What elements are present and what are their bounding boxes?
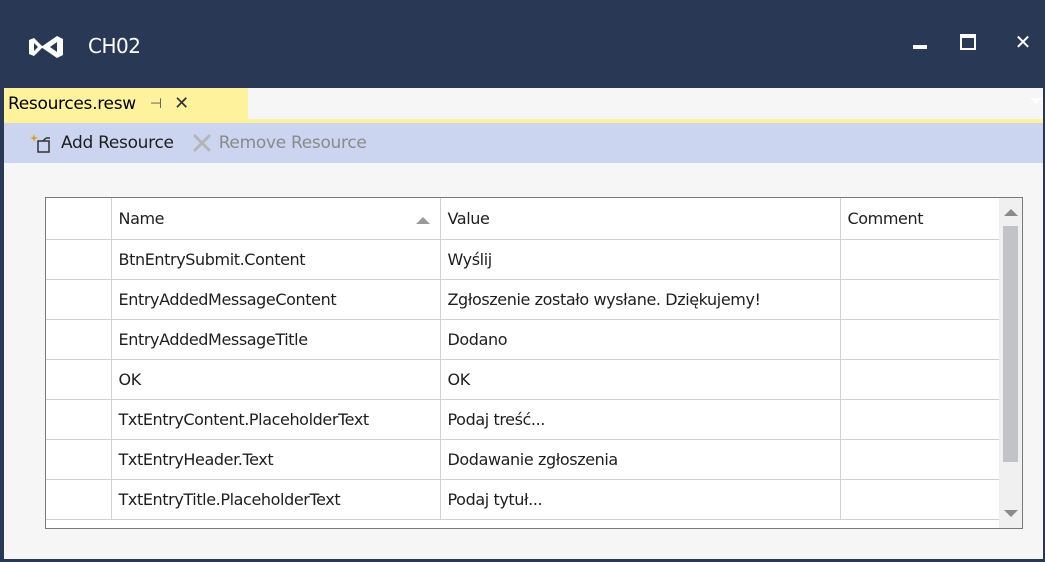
cell-value[interactable]: Zgłoszenie zostało wysłane. Dziękujemy! [439,278,841,320]
sort-ascending-icon [415,216,430,224]
row-selector[interactable] [46,398,112,440]
column-header-value[interactable]: Value [439,198,841,240]
cell-name[interactable]: OK [110,358,441,400]
title-bar[interactable]: CH02 ✕ [0,0,1045,88]
cell-value[interactable]: OK [439,358,841,400]
cell-comment[interactable] [839,278,1000,320]
cell-name[interactable]: EntryAddedMessageContent [110,278,441,320]
scroll-up-arrow-icon[interactable] [1004,209,1018,216]
table-row[interactable]: EntryAddedMessageContent Zgłoszenie zost… [46,278,1000,320]
row-selector[interactable] [46,238,112,280]
window-title: CH02 [88,34,141,58]
add-resource-button[interactable]: Add Resource [30,133,174,153]
pin-icon[interactable]: ⊣ [150,96,162,112]
cell-value[interactable]: Dodawanie zgłoszenia [439,438,841,480]
cell-comment[interactable] [839,358,1000,400]
row-selector[interactable] [46,318,112,360]
scroll-down-arrow-icon[interactable] [1004,510,1018,517]
row-selector[interactable] [46,358,112,400]
remove-resource-icon [192,133,212,153]
column-header-comment[interactable]: Comment [839,198,1000,240]
remove-resource-button[interactable]: Remove Resource [192,133,367,153]
cell-comment[interactable] [839,438,1000,480]
toolbar: Add Resource Remove Resource [4,123,1043,163]
cell-comment[interactable] [839,318,1000,360]
vertical-scrollbar[interactable] [999,198,1022,528]
cell-name[interactable]: EntryAddedMessageTitle [110,318,441,360]
maximize-icon [960,34,976,50]
resource-table: Name Value Comment BtnEntrySubmit.Conten… [46,198,1000,520]
tab-close-icon[interactable]: ✕ [174,93,189,114]
resource-grid: Name Value Comment BtnEntrySubmit.Conten… [45,197,1023,529]
cell-comment[interactable] [839,478,1000,520]
minimize-icon [913,45,927,49]
row-selector[interactable] [46,478,112,520]
minimize-button[interactable] [900,26,940,58]
app-window: CH02 ✕ Resources.resw ⊣ ✕ Add Resource R… [0,0,1045,562]
table-row[interactable]: OK OK [46,358,1000,400]
cell-comment[interactable] [839,238,1000,280]
table-row[interactable]: BtnEntrySubmit.Content Wyślij [46,238,1000,280]
tab-overflow-dropdown-icon[interactable] [1030,98,1042,104]
visual-studio-logo-icon [29,36,63,58]
scrollbar-thumb[interactable] [1003,226,1018,462]
close-window-button[interactable]: ✕ [1003,26,1043,58]
row-selector-header[interactable] [46,198,112,240]
tab-resources-resw[interactable]: Resources.resw ⊣ ✕ [4,88,248,119]
header-row: Name Value Comment [46,198,1000,240]
column-header-name[interactable]: Name [110,198,441,240]
table-row[interactable]: EntryAddedMessageTitle Dodano [46,318,1000,360]
table-row[interactable]: TxtEntryTitle.PlaceholderText Podaj tytu… [46,478,1000,520]
cell-name[interactable]: TxtEntryTitle.PlaceholderText [110,478,441,520]
row-selector[interactable] [46,278,112,320]
cell-value[interactable]: Podaj treść... [439,398,841,440]
add-resource-icon [30,133,54,153]
table-row[interactable]: TxtEntryContent.PlaceholderText Podaj tr… [46,398,1000,440]
add-resource-label: Add Resource [61,133,174,153]
tab-label: Resources.resw [8,93,136,114]
remove-resource-label: Remove Resource [218,133,367,153]
cell-value[interactable]: Wyślij [439,238,841,280]
maximize-button[interactable] [948,26,988,58]
cell-name[interactable]: TxtEntryContent.PlaceholderText [110,398,441,440]
cell-comment[interactable] [839,398,1000,440]
cell-name[interactable]: BtnEntrySubmit.Content [110,238,441,280]
column-header-name-label: Name [118,208,165,228]
cell-name[interactable]: TxtEntryHeader.Text [110,438,441,480]
row-selector[interactable] [46,438,112,480]
close-icon: ✕ [1014,30,1032,54]
cell-value[interactable]: Dodano [439,318,841,360]
cell-value[interactable]: Podaj tytuł... [439,478,841,520]
table-row[interactable]: TxtEntryHeader.Text Dodawanie zgłoszenia [46,438,1000,480]
